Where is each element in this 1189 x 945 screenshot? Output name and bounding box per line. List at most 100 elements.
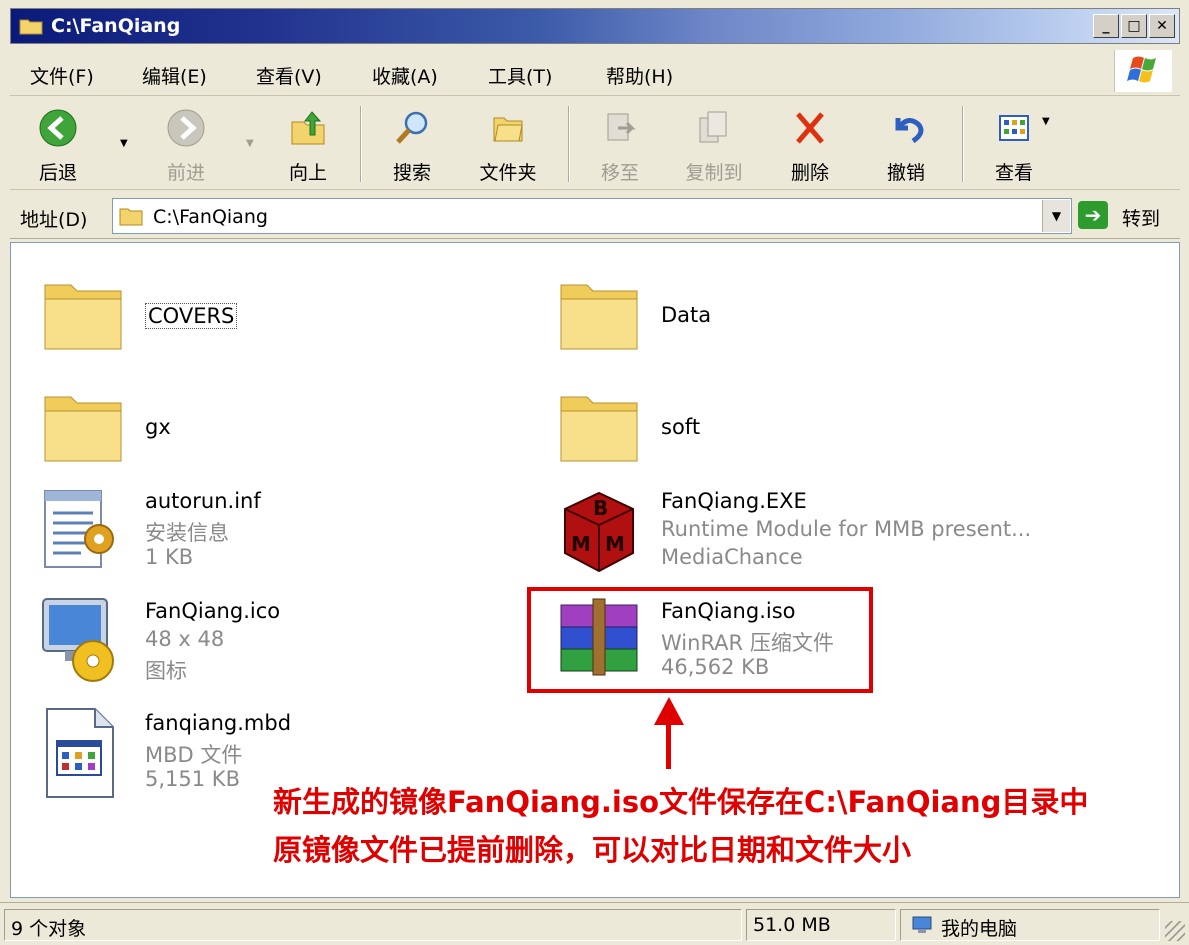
status-size: 51.0 MB [746, 909, 896, 941]
windows-logo [1114, 50, 1172, 92]
delete-button[interactable]: 删除 [770, 104, 850, 184]
file-name: COVERS [145, 303, 238, 329]
file-item[interactable]: gx [25, 375, 525, 479]
file-size: 5,151 KB [145, 767, 240, 791]
folder-icon [560, 284, 638, 350]
undo-button[interactable]: 撤销 [866, 104, 946, 184]
move-to-label: 移至 [600, 162, 639, 184]
toolbar-separator [962, 106, 964, 182]
folders-button[interactable]: 文件夹 [468, 104, 548, 184]
status-location: 我的电脑 [900, 909, 1160, 941]
toolbar-separator [360, 106, 362, 182]
file-name: Data [661, 303, 712, 327]
file-name: soft [661, 415, 701, 439]
menu-bar: 文件(F) 编辑(E) 查看(V) 收藏(A) 工具(T) 帮助(H) [10, 48, 1180, 96]
status-object-count: 9 个对象 [4, 909, 742, 941]
mmb-exe-icon: B M M [564, 491, 634, 573]
file-item[interactable]: soft [541, 375, 1041, 479]
views-icon [999, 115, 1029, 141]
address-label: 地址(D) [20, 209, 88, 231]
address-dropdown-button[interactable]: ▼ [1042, 200, 1070, 232]
title-bar[interactable]: C:\FanQiang _ □ ✕ [10, 8, 1180, 44]
forward-dropdown-icon[interactable]: ▼ [246, 138, 254, 149]
resize-grip[interactable] [1165, 921, 1185, 941]
search-icon [396, 111, 428, 144]
menu-tools[interactable]: 工具(T) [488, 62, 552, 89]
folder-up-icon [291, 111, 325, 145]
svg-text:M: M [605, 532, 625, 556]
folder-icon [560, 396, 638, 462]
maximize-icon: □ [1127, 18, 1141, 34]
folder-icon [44, 284, 122, 350]
undo-label: 撤销 [886, 162, 925, 184]
close-button[interactable]: ✕ [1149, 14, 1175, 38]
go-button[interactable]: ➔ 转到 [1078, 199, 1178, 233]
copy-to-label: 复制到 [685, 162, 743, 184]
menu-edit[interactable]: 编辑(E) [142, 62, 207, 89]
maximize-button[interactable]: □ [1121, 14, 1147, 38]
forward-arrow-icon [167, 109, 205, 147]
status-bar: 9 个对象 51.0 MB 我的电脑 [0, 902, 1189, 945]
menu-favorites[interactable]: 收藏(A) [372, 62, 438, 89]
file-type: MBD 文件 [145, 743, 243, 767]
close-icon: ✕ [1156, 18, 1168, 34]
file-name: fanqiang.mbd [145, 711, 292, 735]
mbd-file-icon [46, 708, 114, 798]
annotation-line-1: 新生成的镜像FanQiang.iso文件保存在C:\FanQiang目录中 [273, 785, 1089, 819]
folders-label: 文件夹 [479, 162, 537, 184]
undo-icon [895, 118, 924, 144]
address-bar: 地址(D) C:\FanQiang ▼ ➔ 转到 [10, 193, 1180, 239]
search-button[interactable]: 搜索 [372, 104, 452, 184]
move-to-button[interactable]: 移至 [580, 104, 660, 184]
status-location-label: 我的电脑 [941, 918, 1018, 940]
forward-label: 前进 [166, 162, 205, 184]
back-arrow-icon [39, 109, 77, 147]
delete-label: 删除 [790, 162, 829, 184]
up-label: 向上 [288, 162, 327, 184]
menu-file[interactable]: 文件(F) [30, 62, 94, 89]
file-name: autorun.inf [145, 489, 261, 513]
svg-text:M: M [571, 532, 591, 556]
copy-to-icon [699, 111, 727, 143]
back-button[interactable]: 后退 [18, 104, 98, 184]
file-type: Runtime Module for MMB present... [661, 517, 1032, 541]
address-input[interactable]: C:\FanQiang ▼ [112, 198, 1072, 234]
file-size: MediaChance [661, 545, 803, 569]
my-computer-icon [912, 916, 932, 933]
windows-flag-icon [1127, 56, 1156, 83]
menu-view[interactable]: 查看(V) [256, 62, 322, 89]
copy-to-button[interactable]: 复制到 [674, 104, 754, 184]
back-dropdown-icon[interactable]: ▼ [120, 138, 128, 149]
toolbar-separator [568, 106, 570, 182]
file-item[interactable]: B M M FanQiang.EXE Runtime Module for MM… [541, 479, 1041, 583]
svg-text:B: B [593, 496, 608, 520]
window-title: C:\FanQiang [51, 15, 181, 37]
file-name: FanQiang.ico [145, 599, 281, 623]
search-label: 搜索 [392, 162, 431, 184]
minimize-icon: _ [1102, 18, 1110, 34]
file-item[interactable]: autorun.inf 安装信息 1 KB [25, 479, 525, 583]
go-label: 转到 [1122, 208, 1161, 230]
chevron-down-icon: ▼ [1051, 209, 1062, 223]
menu-help[interactable]: 帮助(H) [606, 62, 673, 89]
file-item[interactable]: COVERS [25, 263, 525, 367]
minimize-button[interactable]: _ [1093, 14, 1119, 38]
icon-file-icon [42, 598, 114, 682]
folders-icon [493, 117, 523, 142]
go-arrow-icon: ➔ [1078, 201, 1108, 229]
file-name: FanQiang.EXE [661, 489, 807, 513]
file-size: 1 KB [145, 545, 194, 569]
file-item[interactable]: FanQiang.ico 48 x 48 图标 [25, 589, 525, 693]
forward-button[interactable]: 前进 [146, 104, 226, 184]
views-dropdown-icon[interactable]: ▼ [1042, 116, 1050, 127]
highlight-box [527, 587, 873, 693]
folder-icon [19, 19, 43, 35]
setup-info-icon [44, 490, 114, 568]
folder-icon [44, 396, 122, 462]
up-button[interactable]: 向上 [268, 104, 348, 184]
annotation-arrow-shaft [666, 721, 671, 769]
file-item[interactable]: Data [541, 263, 1041, 367]
file-type: 48 x 48 [145, 627, 225, 651]
move-to-icon [607, 113, 636, 141]
views-label: 查看 [994, 162, 1033, 184]
